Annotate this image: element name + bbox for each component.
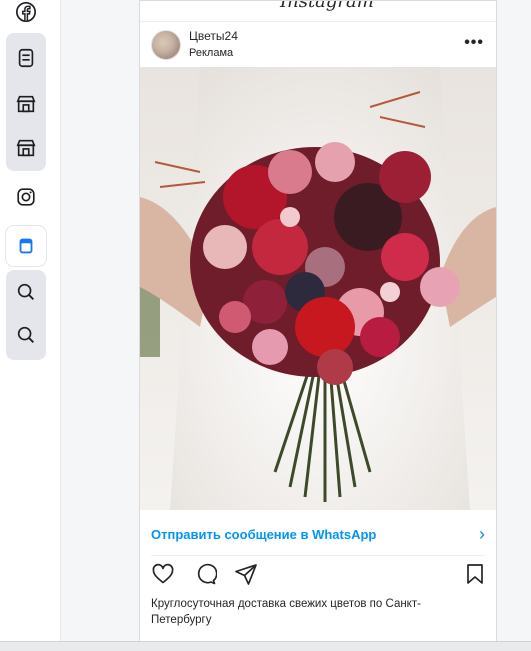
sponsored-label: Реклама <box>189 47 234 59</box>
preview-area: Instagram Цветы24 Реклама ••• Отправить … <box>61 0 531 650</box>
search-icon[interactable] <box>6 315 46 355</box>
post-actions <box>151 562 485 590</box>
post-caption: Круглосуточная доставка свежих цветов по… <box>151 598 421 626</box>
marketplace-icon[interactable] <box>6 84 46 124</box>
search-icon[interactable] <box>6 272 46 312</box>
account-name[interactable]: Цветы24 <box>189 29 238 43</box>
instagram-logo: Instagram <box>280 1 374 12</box>
share-icon[interactable] <box>234 562 262 590</box>
whatsapp-cta-button[interactable]: Отправить сообщение в WhatsApp › <box>151 513 485 556</box>
instagram-post-preview: Instagram Цветы24 Реклама ••• Отправить … <box>139 0 497 645</box>
bouquet-illustration <box>140 67 496 510</box>
heart-icon[interactable] <box>151 562 179 590</box>
avatar[interactable] <box>151 30 181 60</box>
feed-icon[interactable] <box>6 38 46 78</box>
post-image-bouquet <box>140 67 496 510</box>
bookmark-icon[interactable] <box>463 562 491 590</box>
instagram-header: Instagram <box>140 1 496 22</box>
chevron-right-icon: › <box>479 523 485 544</box>
cta-label: Отправить сообщение в WhatsApp <box>151 526 377 542</box>
left-sidebar <box>0 0 61 650</box>
more-options-icon[interactable]: ••• <box>464 34 484 52</box>
post-header: Цветы24 Реклама ••• <box>140 22 496 68</box>
feed-icon[interactable] <box>6 226 46 266</box>
facebook-icon[interactable] <box>6 0 46 32</box>
instagram-icon[interactable] <box>6 177 46 217</box>
comment-icon[interactable] <box>193 562 221 590</box>
marketplace-icon[interactable] <box>6 128 46 168</box>
